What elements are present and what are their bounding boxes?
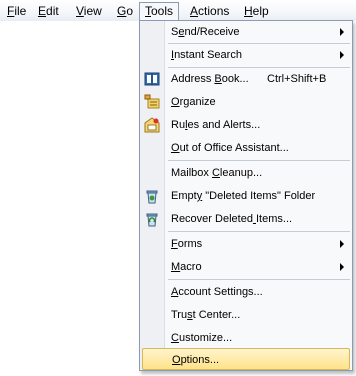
menu-item-options[interactable]: Options... (142, 348, 350, 370)
menu-separator (168, 279, 350, 280)
menu-view-rest: iew (83, 4, 102, 18)
menu-item-label: Organize (171, 96, 216, 108)
menu-file[interactable]: File (4, 3, 29, 19)
menu-item-macro[interactable]: Macro (142, 256, 350, 278)
menu-item-rules-alerts[interactable]: Rules and Alerts... (142, 114, 350, 136)
menu-view[interactable]: View (73, 3, 105, 19)
menu-edit-accel: E (38, 4, 47, 18)
submenu-arrow-icon (340, 240, 344, 248)
submenu-arrow-icon (340, 263, 344, 271)
submenu-arrow-icon (340, 51, 344, 59)
menu-item-trust-center[interactable]: Trust Center... (142, 304, 350, 326)
menu-item-label: Send/Receive (171, 26, 240, 38)
menu-item-label: Instant Search (171, 49, 242, 61)
menu-item-label: Rules and Alerts... (171, 119, 261, 131)
menu-item-label: Trust Center... (171, 309, 241, 321)
organize-icon (144, 94, 160, 109)
rules-alerts-icon (144, 117, 160, 133)
menu-help-accel: H (244, 4, 253, 18)
menu-item-label: Forms (171, 238, 203, 250)
menu-bar: File Edit View Go Tools Actions Help (0, 0, 356, 21)
menu-item-address-book[interactable]: Address Book... Ctrl+Shift+B (142, 68, 350, 90)
menu-item-label: Recover Deleted Items... (171, 213, 293, 225)
menu-item-label: Out of Office Assistant... (171, 142, 289, 154)
menu-item-forms[interactable]: Forms (142, 233, 350, 255)
menu-item-label: Macro (171, 261, 202, 273)
recover-trash-icon (146, 213, 158, 227)
submenu-arrow-icon (340, 28, 344, 36)
menu-view-accel: V (76, 4, 84, 18)
tools-dropdown-menu: Send/Receive Instant Search Address Book… (139, 20, 353, 371)
menu-item-label: Mailbox Cleanup... (171, 167, 263, 179)
menu-help-rest: elp (252, 4, 269, 18)
menu-tools[interactable]: Tools (139, 2, 180, 21)
empty-trash-icon (146, 190, 158, 204)
outlook-window: File Edit View Go Tools Actions Help Sen… (0, 0, 356, 376)
menu-item-empty-deleted-items[interactable]: Empty "Deleted Items" Folder (142, 185, 350, 207)
menu-go[interactable]: Go (114, 3, 136, 19)
menu-tools-rest: ools (151, 4, 174, 18)
menu-actions-rest: ctions (198, 4, 230, 18)
menu-item-out-of-office[interactable]: Out of Office Assistant... (142, 137, 350, 159)
menu-file-rest: ile (14, 4, 27, 18)
menu-go-rest: o (126, 4, 134, 18)
address-book-icon (144, 72, 160, 86)
menu-item-instant-search[interactable]: Instant Search (142, 44, 350, 66)
menu-item-label: Address Book... (171, 73, 249, 85)
menu-item-mailbox-cleanup[interactable]: Mailbox Cleanup... (142, 162, 350, 184)
menu-item-label: Account Settings... (171, 286, 263, 298)
menu-item-label: Options... (172, 354, 220, 366)
menu-separator (168, 231, 350, 232)
menu-item-shortcut: Ctrl+Shift+B (267, 73, 327, 85)
menu-item-recover-deleted-items[interactable]: Recover Deleted Items... (142, 208, 350, 230)
menu-actions-accel: A (190, 4, 199, 18)
menu-help[interactable]: Help (241, 3, 272, 19)
menu-item-account-settings[interactable]: Account Settings... (142, 281, 350, 303)
menu-actions[interactable]: Actions (187, 3, 232, 19)
menu-go-accel: G (117, 4, 127, 18)
menu-item-label: Empty "Deleted Items" Folder (171, 190, 316, 202)
menu-item-customize[interactable]: Customize... (142, 327, 350, 349)
menu-item-send-receive[interactable]: Send/Receive (142, 21, 350, 43)
menu-item-label: Customize... (171, 332, 233, 344)
menu-separator (168, 160, 350, 161)
menu-edit-rest: dit (46, 4, 59, 18)
menu-item-organize[interactable]: Organize (142, 91, 350, 113)
menu-edit[interactable]: Edit (35, 3, 62, 19)
